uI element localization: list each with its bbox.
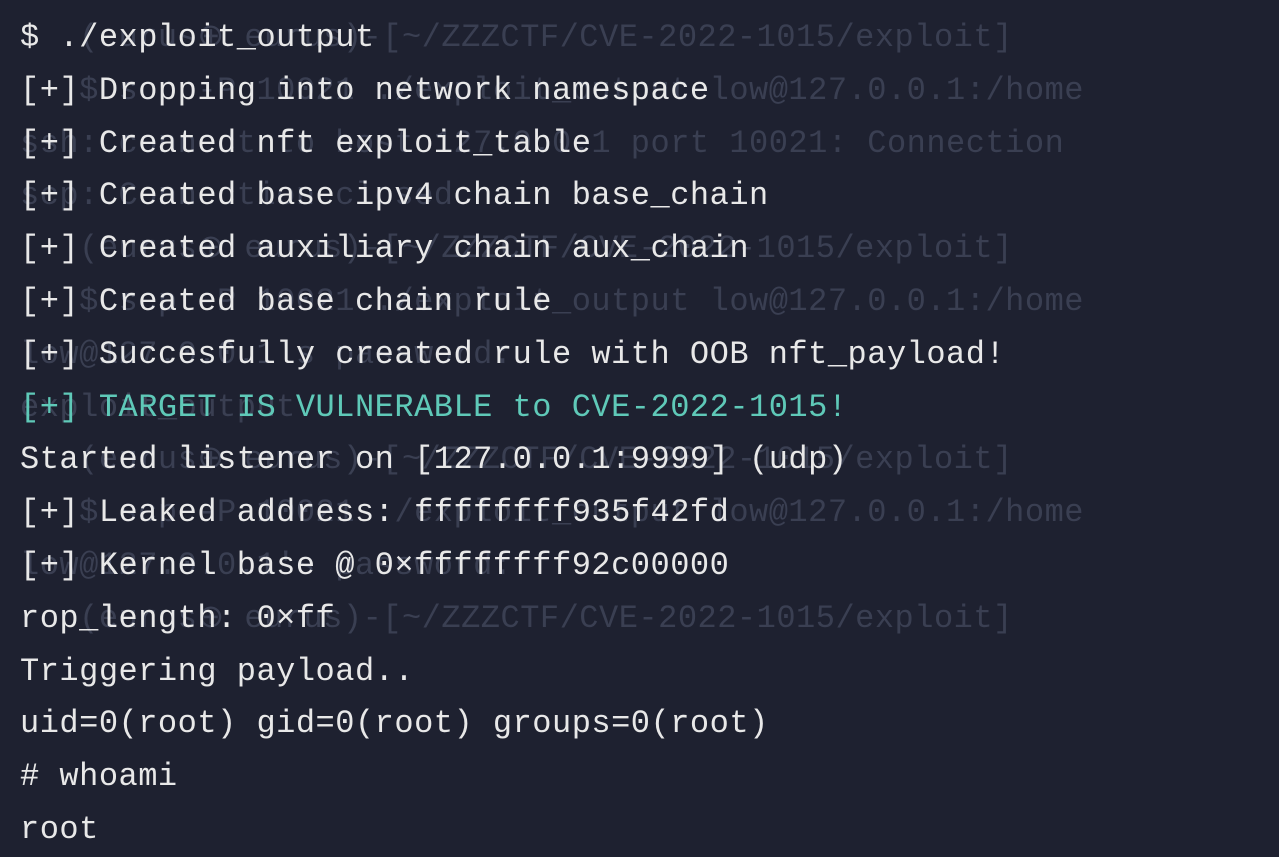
output-line: Triggering payload.. bbox=[20, 646, 1259, 699]
output-line: [+] Created nft exploit_table bbox=[20, 118, 1259, 171]
vulnerability-status-line: [+] TARGET IS VULNERABLE to CVE-2022-101… bbox=[20, 382, 1259, 435]
output-line: [+] Created base chain rule bbox=[20, 276, 1259, 329]
output-line: uid=0(root) gid=0(root) groups=0(root) bbox=[20, 698, 1259, 751]
terminal-output: $ ./exploit_output [+] Dropping into net… bbox=[20, 12, 1259, 857]
output-line: [+] Kernel base @ 0×ffffffff92c00000 bbox=[20, 540, 1259, 593]
output-line: [+] Created base ipv4 chain base_chain bbox=[20, 170, 1259, 223]
output-line: [+] Dropping into network namespace bbox=[20, 65, 1259, 118]
output-line: [+] Succesfully created rule with OOB nf… bbox=[20, 329, 1259, 382]
command-line: # whoami bbox=[20, 751, 1259, 804]
command-line: $ ./exploit_output bbox=[20, 12, 1259, 65]
output-line: Started listener on [127.0.0.1:9999] (ud… bbox=[20, 434, 1259, 487]
output-line: [+] Created auxiliary chain aux_chain bbox=[20, 223, 1259, 276]
output-line: rop_length: 0×ff bbox=[20, 593, 1259, 646]
output-line: [+] Leaked address: ffffffff935f42fd bbox=[20, 487, 1259, 540]
output-line: root bbox=[20, 804, 1259, 857]
